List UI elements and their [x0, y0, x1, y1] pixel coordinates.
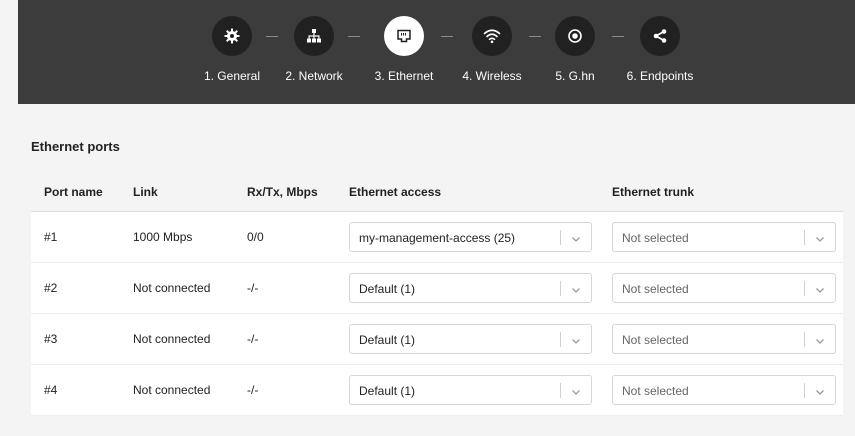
chevron-down-icon[interactable] [570, 385, 582, 397]
step-circle[interactable] [640, 16, 680, 56]
step-circle[interactable] [384, 16, 424, 56]
select-separator [804, 281, 805, 296]
select-value: Default (1) [359, 384, 416, 398]
target-icon [567, 28, 583, 44]
ethernet-access-select[interactable]: Default (1) [349, 324, 592, 354]
ethernet-trunk-select[interactable]: Not selected [612, 375, 836, 405]
select-separator [560, 383, 561, 398]
ethernet-trunk-select[interactable]: Not selected [612, 324, 836, 354]
table-row: #3 Not connected -/- Default (1) Not sel… [31, 314, 843, 365]
step-label: 4. Wireless [462, 69, 522, 83]
table-header: Port name Link Rx/Tx, Mbps Ethernet acce… [31, 172, 843, 212]
step-label: 3. Ethernet [374, 69, 434, 83]
select-separator [804, 230, 805, 245]
port-name: #4 [44, 383, 58, 397]
select-value: Not selected [622, 333, 689, 347]
chevron-down-icon[interactable] [814, 334, 826, 346]
select-value: Default (1) [359, 333, 416, 347]
share-icon [652, 28, 668, 44]
wizard-step-endpoints[interactable]: 6. Endpoints [610, 16, 710, 83]
step-circle[interactable] [212, 16, 252, 56]
chevron-down-icon[interactable] [814, 385, 826, 397]
wifi-icon [483, 28, 501, 44]
column-header-ethernet-trunk: Ethernet trunk [612, 185, 695, 199]
port-name: #2 [44, 281, 58, 295]
step-label: 5. G.hn [555, 69, 595, 83]
step-circle[interactable] [472, 16, 512, 56]
step-circle[interactable] [294, 16, 334, 56]
step-circle[interactable] [555, 16, 595, 56]
chevron-down-icon[interactable] [814, 232, 826, 244]
table-row: #1 1000 Mbps 0/0 my-management-access (2… [31, 212, 843, 263]
ethernet-port-icon [396, 28, 412, 44]
gear-icon [224, 28, 240, 44]
network-icon [306, 28, 322, 44]
rxtx-value: -/- [247, 383, 259, 397]
port-name: #1 [44, 230, 58, 244]
rxtx-value: -/- [247, 332, 259, 346]
wizard-step-network[interactable]: 2. Network [264, 16, 364, 83]
ethernet-trunk-select[interactable]: Not selected [612, 222, 836, 252]
ethernet-access-select[interactable]: my-management-access (25) [349, 222, 592, 252]
step-label: 1. General [203, 69, 261, 83]
chevron-down-icon[interactable] [570, 232, 582, 244]
rxtx-value: -/- [247, 281, 259, 295]
ethernet-access-select[interactable]: Default (1) [349, 273, 592, 303]
select-separator [560, 281, 561, 296]
wizard-header: 1. General 2. Network 3. Ethernet 4. Wir… [18, 0, 855, 104]
table-row: #2 Not connected -/- Default (1) Not sel… [31, 263, 843, 314]
select-value: my-management-access (25) [359, 231, 516, 245]
link-status: Not connected [133, 332, 211, 346]
section-title: Ethernet ports [31, 139, 120, 154]
rxtx-value: 0/0 [247, 230, 264, 244]
select-separator [560, 230, 561, 245]
link-status: 1000 Mbps [133, 230, 193, 244]
select-value: Default (1) [359, 282, 416, 296]
chevron-down-icon[interactable] [570, 334, 582, 346]
table-row: #4 Not connected -/- Default (1) Not sel… [31, 365, 843, 416]
column-header-link: Link [133, 185, 158, 199]
port-name: #3 [44, 332, 58, 346]
ethernet-trunk-select[interactable]: Not selected [612, 273, 836, 303]
wizard-step-ethernet[interactable]: 3. Ethernet [354, 16, 454, 83]
chevron-down-icon[interactable] [570, 283, 582, 295]
select-value: Not selected [622, 231, 689, 245]
main-content: Ethernet ports Port name Link Rx/Tx, Mbp… [18, 104, 855, 436]
column-header-rxtx: Rx/Tx, Mbps [247, 185, 318, 199]
link-status: Not connected [133, 383, 211, 397]
select-separator [804, 383, 805, 398]
select-separator [804, 332, 805, 347]
link-status: Not connected [133, 281, 211, 295]
column-header-ethernet-access: Ethernet access [349, 185, 442, 199]
ethernet-ports-table: Port name Link Rx/Tx, Mbps Ethernet acce… [31, 172, 843, 416]
select-separator [560, 332, 561, 347]
column-header-port-name: Port name [44, 185, 103, 199]
ethernet-access-select[interactable]: Default (1) [349, 375, 592, 405]
step-label: 6. Endpoints [626, 69, 694, 83]
chevron-down-icon[interactable] [814, 283, 826, 295]
select-value: Not selected [622, 282, 689, 296]
select-value: Not selected [622, 384, 689, 398]
step-label: 2. Network [285, 69, 343, 83]
